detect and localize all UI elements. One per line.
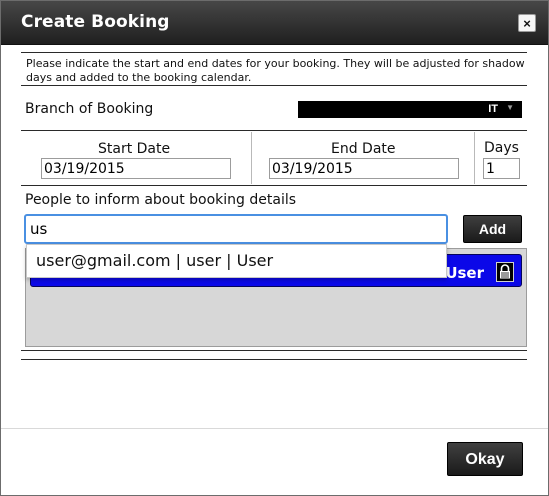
- intro-text: Please indicate the start and end dates …: [26, 57, 525, 84]
- chevron-down-icon: ▼: [506, 103, 514, 112]
- start-date-input[interactable]: [41, 158, 231, 179]
- people-search-input[interactable]: [24, 214, 448, 244]
- create-booking-dialog: Create Booking × Please indicate the sta…: [0, 0, 549, 496]
- person-chip-label: User: [445, 264, 484, 282]
- branch-select[interactable]: IT ▼: [298, 101, 522, 118]
- people-label: People to inform about booking details: [25, 192, 297, 208]
- lock-icon[interactable]: [496, 262, 514, 282]
- divider: [21, 52, 527, 53]
- branch-selected-value: IT: [488, 103, 498, 115]
- end-date-label: End Date: [331, 141, 396, 157]
- column-divider: [251, 132, 252, 184]
- start-date-label: Start Date: [98, 141, 171, 157]
- branch-label: Branch of Booking: [25, 101, 154, 117]
- days-input[interactable]: [483, 158, 520, 179]
- close-button[interactable]: ×: [518, 14, 536, 32]
- footer-divider: [1, 428, 548, 429]
- divider: [21, 359, 527, 360]
- end-date-input[interactable]: [269, 158, 459, 179]
- dialog-title: Create Booking: [21, 12, 170, 32]
- divider: [21, 85, 527, 86]
- days-label: Days: [484, 140, 519, 156]
- dialog-titlebar: Create Booking ×: [1, 1, 548, 45]
- okay-button[interactable]: Okay: [447, 442, 523, 476]
- divider: [21, 130, 527, 131]
- add-button[interactable]: Add: [463, 215, 522, 243]
- divider: [21, 185, 527, 186]
- column-divider: [474, 132, 475, 184]
- autocomplete-suggestion[interactable]: user@gmail.com | user | User: [26, 244, 447, 278]
- divider: [21, 350, 527, 351]
